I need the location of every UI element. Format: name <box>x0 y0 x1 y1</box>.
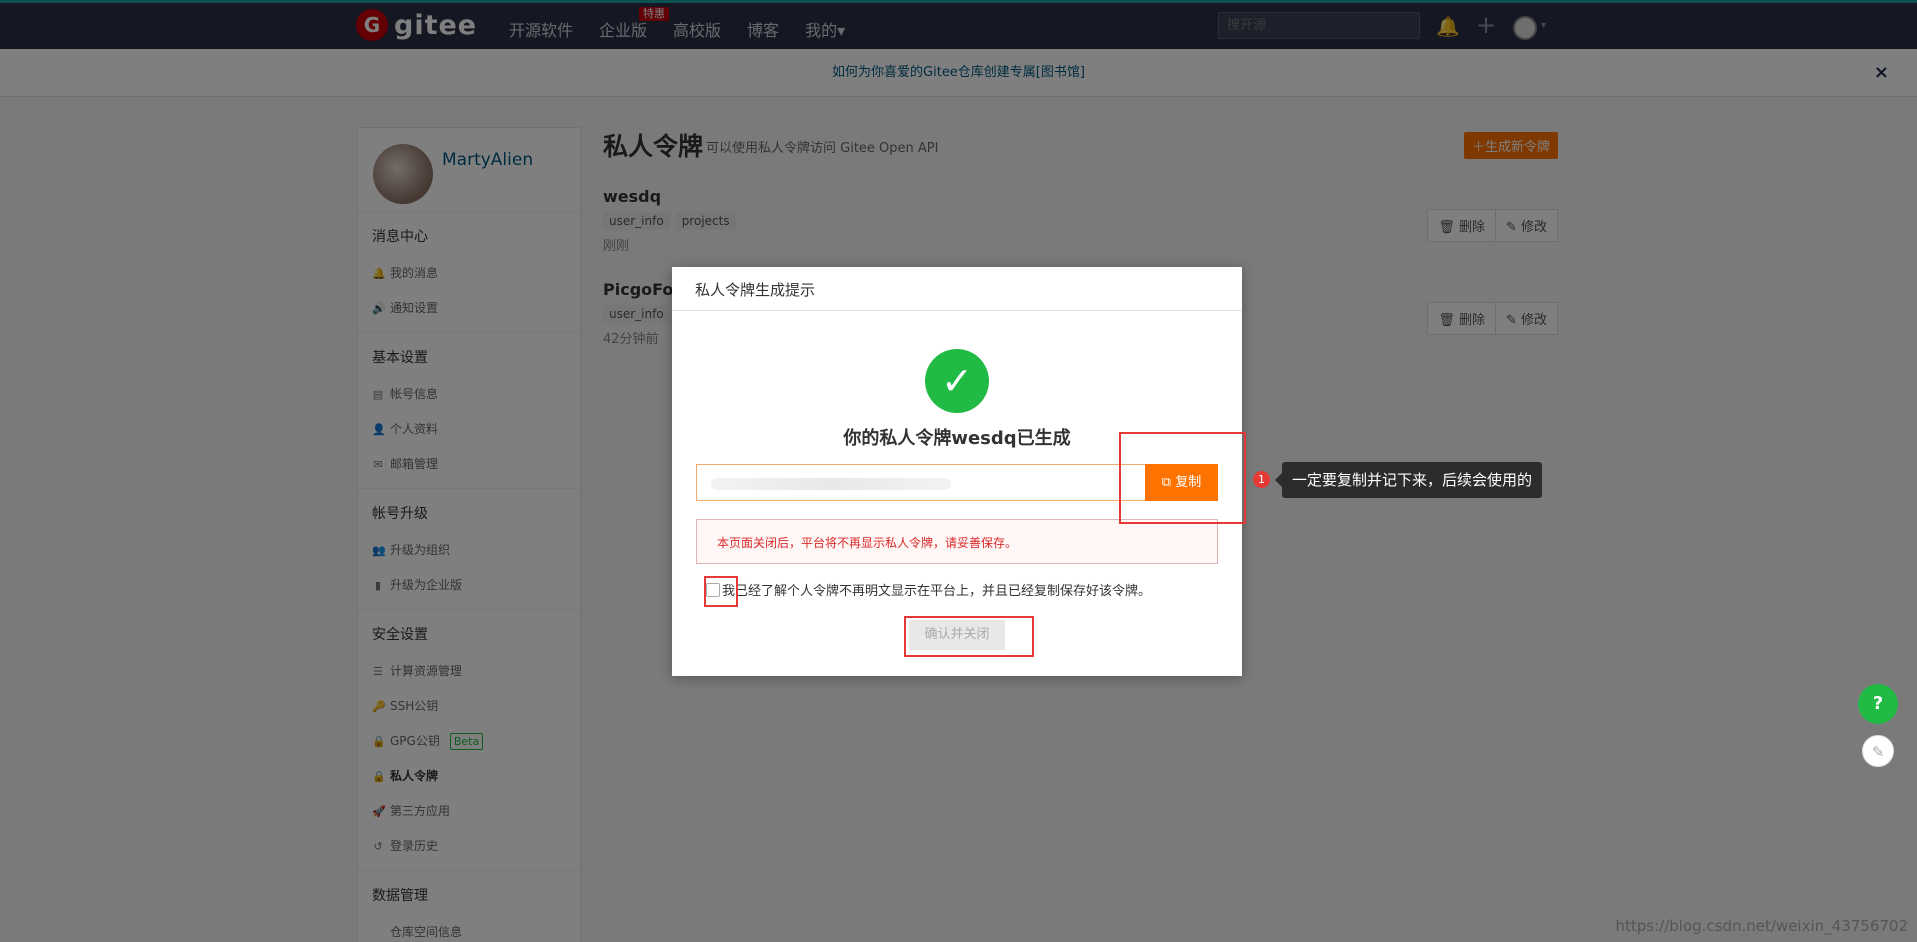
highlight-box-confirm <box>904 616 1034 657</box>
callout-number-badge: 1 <box>1253 471 1270 488</box>
warning-message: 本页面关闭后，平台将不再显示私人令牌，请妥善保存。 <box>696 519 1218 564</box>
modal-title: 私人令牌生成提示 <box>672 267 1242 311</box>
highlight-box-checkbox <box>704 576 738 607</box>
feedback-edit-icon[interactable]: ✎ <box>1862 735 1894 767</box>
highlight-box-copy <box>1119 432 1246 524</box>
check-circle-icon: ✓ <box>925 349 989 413</box>
acknowledge-label[interactable]: 我已经了解个人令牌不再明文显示在平台上，并且已经复制保存好该令牌。 <box>722 580 1151 599</box>
help-icon[interactable]: ? <box>1858 684 1898 724</box>
token-value-field[interactable] <box>696 464 1151 501</box>
watermark: https://blog.csdn.net/weixin_43756702 <box>1615 917 1908 935</box>
acknowledge-row: 我已经了解个人令牌不再明文显示在平台上，并且已经复制保存好该令牌。 <box>706 580 1151 599</box>
blurred-token-value <box>711 478 951 490</box>
annotation-callout: 一定要复制并记下来，后续会使用的 <box>1274 462 1543 498</box>
